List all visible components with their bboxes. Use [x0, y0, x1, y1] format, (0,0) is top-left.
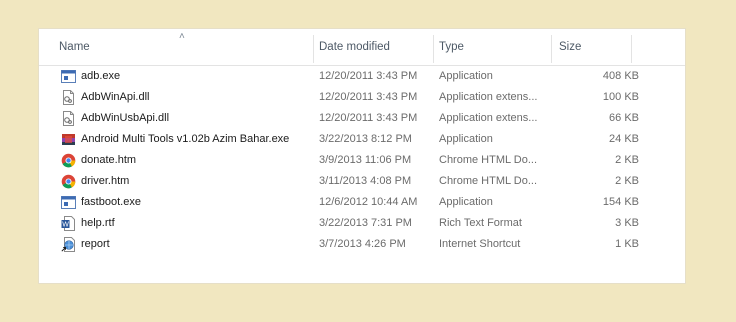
column-divider[interactable]: [433, 35, 434, 63]
file-row[interactable]: report 3/7/2013 4:26 PM Internet Shortcu…: [55, 235, 655, 255]
file-size: 66 KB: [609, 112, 639, 124]
file-date-modified: 3/9/2013 11:06 PM: [319, 154, 412, 166]
file-name: AdbWinUsbApi.dll: [81, 112, 170, 124]
file-type: Application: [439, 196, 493, 208]
file-name: driver.htm: [81, 175, 130, 187]
file-size: 2 KB: [615, 154, 639, 166]
svg-text:W: W: [62, 222, 69, 229]
file-name: report: [81, 238, 110, 250]
file-date-modified: 3/22/2013 7:31 PM: [319, 217, 412, 229]
file-name: fastboot.exe: [81, 196, 141, 208]
file-date-modified: 12/6/2012 10:44 AM: [319, 196, 418, 208]
file-row[interactable]: adb.exe 12/20/2011 3:43 PM Application 4…: [55, 67, 655, 87]
chrome-icon: [61, 153, 76, 168]
file-name: AdbWinApi.dll: [81, 91, 150, 103]
application-icon: [61, 69, 76, 84]
file-size: 408 KB: [602, 70, 639, 82]
word-document-icon: W: [61, 216, 76, 231]
file-row[interactable]: W help.rtf 3/22/2013 7:31 PM Rich Text F…: [55, 214, 655, 234]
column-divider[interactable]: [551, 35, 552, 63]
column-header-bar: ˄ Name Date modified Type Size: [39, 29, 685, 66]
file-name: adb.exe: [81, 70, 121, 82]
file-row[interactable]: AdbWinApi.dll 12/20/2011 3:43 PM Applica…: [55, 88, 655, 108]
sort-ascending-icon[interactable]: ˄: [179, 31, 185, 42]
file-type: Application extens...: [439, 91, 538, 103]
file-size: 2 KB: [615, 175, 639, 187]
file-type: Application extens...: [439, 112, 538, 124]
column-header-date-modified[interactable]: Date modified: [319, 41, 390, 57]
file-date-modified: 3/11/2013 4:08 PM: [319, 175, 412, 187]
file-date-modified: 3/22/2013 8:12 PM: [319, 133, 412, 145]
file-type: Chrome HTML Do...: [439, 154, 538, 166]
column-divider[interactable]: [313, 35, 314, 63]
file-row[interactable]: driver.htm 3/11/2013 4:08 PM Chrome HTML…: [55, 172, 655, 192]
file-name: Android Multi Tools v1.02b Azim Bahar.ex…: [81, 133, 290, 145]
file-row[interactable]: Android Multi Tools v1.02b Azim Bahar.ex…: [55, 130, 655, 150]
file-row[interactable]: AdbWinUsbApi.dll 12/20/2011 3:43 PM Appl…: [55, 109, 655, 129]
column-header-size[interactable]: Size: [559, 41, 581, 57]
file-list-panel: ˄ Name Date modified Type Size adb.exe 1…: [38, 28, 686, 284]
file-date-modified: 12/20/2011 3:43 PM: [319, 91, 418, 103]
file-type: Internet Shortcut: [439, 238, 521, 250]
file-type: Rich Text Format: [439, 217, 522, 229]
file-row[interactable]: fastboot.exe 12/6/2012 10:44 AM Applicat…: [55, 193, 655, 213]
app-custom-icon: [61, 132, 76, 147]
file-size: 3 KB: [615, 217, 639, 229]
file-date-modified: 3/7/2013 4:26 PM: [319, 238, 406, 250]
file-name: donate.htm: [81, 154, 137, 166]
file-size: 1 KB: [615, 238, 639, 250]
dll-file-icon: [61, 111, 76, 126]
file-date-modified: 12/20/2011 3:43 PM: [319, 112, 418, 124]
column-divider[interactable]: [631, 35, 632, 63]
chrome-icon: [61, 174, 76, 189]
file-type: Chrome HTML Do...: [439, 175, 538, 187]
file-size: 154 KB: [602, 196, 639, 208]
file-name: help.rtf: [81, 217, 115, 229]
column-header-type[interactable]: Type: [439, 41, 464, 57]
dll-file-icon: [61, 90, 76, 105]
file-date-modified: 12/20/2011 3:43 PM: [319, 70, 418, 82]
file-size: 100 KB: [602, 91, 639, 103]
application-icon: [61, 195, 76, 210]
file-row[interactable]: donate.htm 3/9/2013 11:06 PM Chrome HTML…: [55, 151, 655, 171]
file-type: Application: [439, 133, 493, 145]
file-size: 24 KB: [609, 133, 639, 145]
column-header-name[interactable]: Name: [59, 41, 90, 57]
internet-shortcut-icon: [61, 237, 76, 252]
file-type: Application: [439, 70, 493, 82]
